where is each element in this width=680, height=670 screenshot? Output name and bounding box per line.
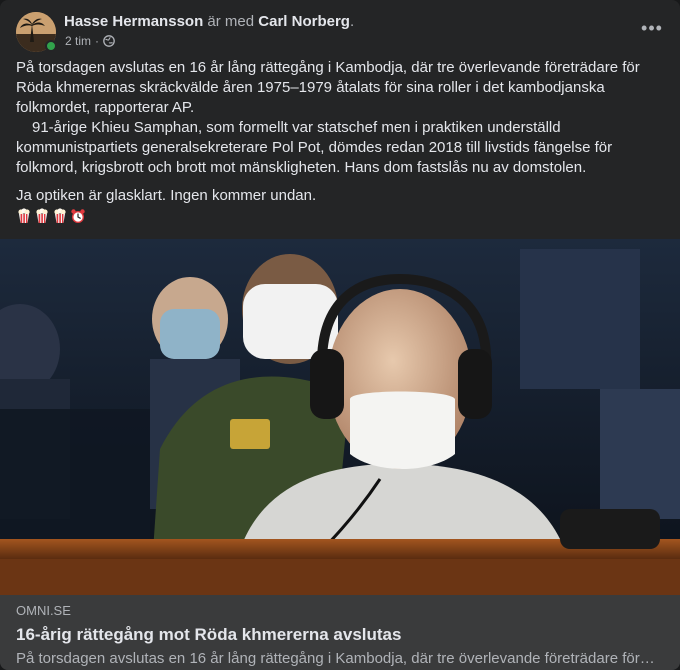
post-paragraph-1: På torsdagen avslutas en 16 år lång rätt… bbox=[16, 59, 640, 116]
tagged-name[interactable]: Carl Norberg bbox=[258, 13, 350, 30]
post-paragraph-2: 91-årige Khieu Samphan, som formellt var… bbox=[16, 119, 613, 176]
online-status-dot bbox=[45, 40, 57, 52]
author-line: Hasse Hermansson är med Carl Norberg. bbox=[64, 13, 354, 31]
courtroom-photo bbox=[0, 239, 680, 595]
alarm-clock-icon bbox=[71, 209, 85, 223]
post-header: Hasse Hermansson är med Carl Norberg. 2 … bbox=[16, 12, 664, 52]
author-name[interactable]: Hasse Hermansson bbox=[64, 13, 203, 30]
post-time[interactable]: 2 tim bbox=[65, 33, 91, 49]
link-preview-meta[interactable]: OMNI.SE 16-årig rättegång mot Röda khmer… bbox=[0, 595, 680, 670]
emoji-row bbox=[16, 208, 86, 224]
more-options-button[interactable]: ••• bbox=[636, 16, 668, 40]
post-card: Hasse Hermansson är med Carl Norberg. 2 … bbox=[0, 0, 680, 670]
link-title[interactable]: 16-årig rättegång mot Röda khmererna avs… bbox=[16, 624, 664, 646]
link-preview-image[interactable] bbox=[0, 239, 680, 595]
post-body: På torsdagen avslutas en 16 år lång rätt… bbox=[16, 58, 664, 206]
more-options-icon: ••• bbox=[641, 17, 663, 38]
link-domain: OMNI.SE bbox=[16, 603, 71, 618]
with-text: är med bbox=[207, 13, 255, 30]
globe-icon[interactable] bbox=[103, 35, 115, 47]
popcorn-icon bbox=[36, 208, 48, 223]
post-meta: 2 tim · bbox=[65, 33, 115, 49]
tagged-suffix: . bbox=[349, 13, 355, 30]
link-description: På torsdagen avslutas en 16 år lång rätt… bbox=[16, 650, 655, 667]
meta-separator: · bbox=[95, 34, 100, 48]
popcorn-icon bbox=[54, 208, 66, 223]
popcorn-icon bbox=[18, 208, 30, 223]
post-paragraph-3: Ja optiken är glasklart. Ingen kommer un… bbox=[16, 187, 317, 204]
